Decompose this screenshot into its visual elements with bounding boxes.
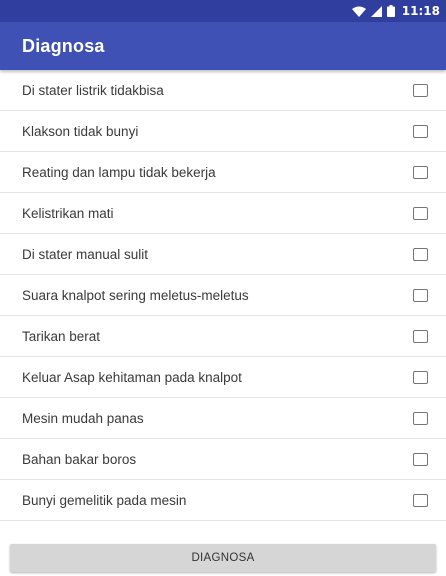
symptom-checkbox[interactable] — [413, 288, 428, 302]
battery-icon — [386, 5, 395, 17]
symptom-item[interactable]: Di stater manual sulit — [0, 234, 446, 275]
symptom-item[interactable]: Bahan bakar boros — [0, 439, 446, 480]
symptom-list: Di stater listrik tidakbisa Klakson tida… — [0, 70, 446, 521]
symptom-checkbox[interactable] — [413, 247, 428, 261]
symptom-item[interactable]: Bunyi gemelitik pada mesin — [0, 480, 446, 521]
wifi-icon — [351, 6, 366, 17]
symptom-label: Di stater listrik tidakbisa — [22, 82, 164, 98]
app-bar: Diagnosa — [0, 22, 446, 70]
symptom-item[interactable]: Klakson tidak bunyi — [0, 111, 446, 152]
signal-icon — [370, 5, 382, 17]
symptom-checkbox[interactable] — [413, 452, 428, 466]
symptom-label: Suara knalpot sering meletus-meletus — [22, 287, 249, 303]
symptom-label: Kelistrikan mati — [22, 205, 114, 221]
status-icons: 11:18 — [351, 4, 440, 18]
symptom-item[interactable]: Mesin mudah panas — [0, 398, 446, 439]
symptom-item[interactable]: Suara knalpot sering meletus-meletus — [0, 275, 446, 316]
symptom-checkbox[interactable] — [413, 411, 428, 425]
symptom-item[interactable]: Keluar Asap kehitaman pada knalpot — [0, 357, 446, 398]
symptom-checkbox[interactable] — [413, 206, 428, 220]
app-title: Diagnosa — [22, 35, 105, 56]
symptom-label: Tarikan berat — [22, 328, 101, 344]
symptom-item[interactable]: Reating dan lampu tidak bekerja — [0, 152, 446, 193]
diagnosa-button[interactable]: DIAGNOSA — [10, 544, 436, 572]
status-bar: 11:18 — [0, 0, 446, 22]
diagnosa-screen: 11:18 Diagnosa Di stater listrik tidakbi… — [0, 0, 446, 576]
symptom-label: Di stater manual sulit — [22, 246, 149, 262]
symptom-label: Mesin mudah panas — [22, 410, 144, 426]
symptom-label: Keluar Asap kehitaman pada knalpot — [22, 369, 242, 385]
symptom-item[interactable]: Kelistrikan mati — [0, 193, 446, 234]
symptom-checkbox[interactable] — [413, 124, 428, 138]
symptom-checkbox[interactable] — [413, 370, 428, 384]
symptom-item[interactable]: Di stater listrik tidakbisa — [0, 70, 446, 111]
footer: DIAGNOSA — [0, 544, 446, 576]
symptom-checkbox[interactable] — [413, 83, 428, 97]
symptom-label: Bahan bakar boros — [22, 451, 137, 467]
symptom-checkbox[interactable] — [413, 329, 428, 343]
symptom-label: Bunyi gemelitik pada mesin — [22, 492, 187, 508]
status-time: 11:18 — [401, 4, 440, 18]
symptom-checkbox[interactable] — [413, 493, 428, 507]
symptom-label: Reating dan lampu tidak bekerja — [22, 164, 216, 180]
symptom-checkbox[interactable] — [413, 165, 428, 179]
symptom-item[interactable]: Tarikan berat — [0, 316, 446, 357]
symptom-label: Klakson tidak bunyi — [22, 123, 139, 139]
